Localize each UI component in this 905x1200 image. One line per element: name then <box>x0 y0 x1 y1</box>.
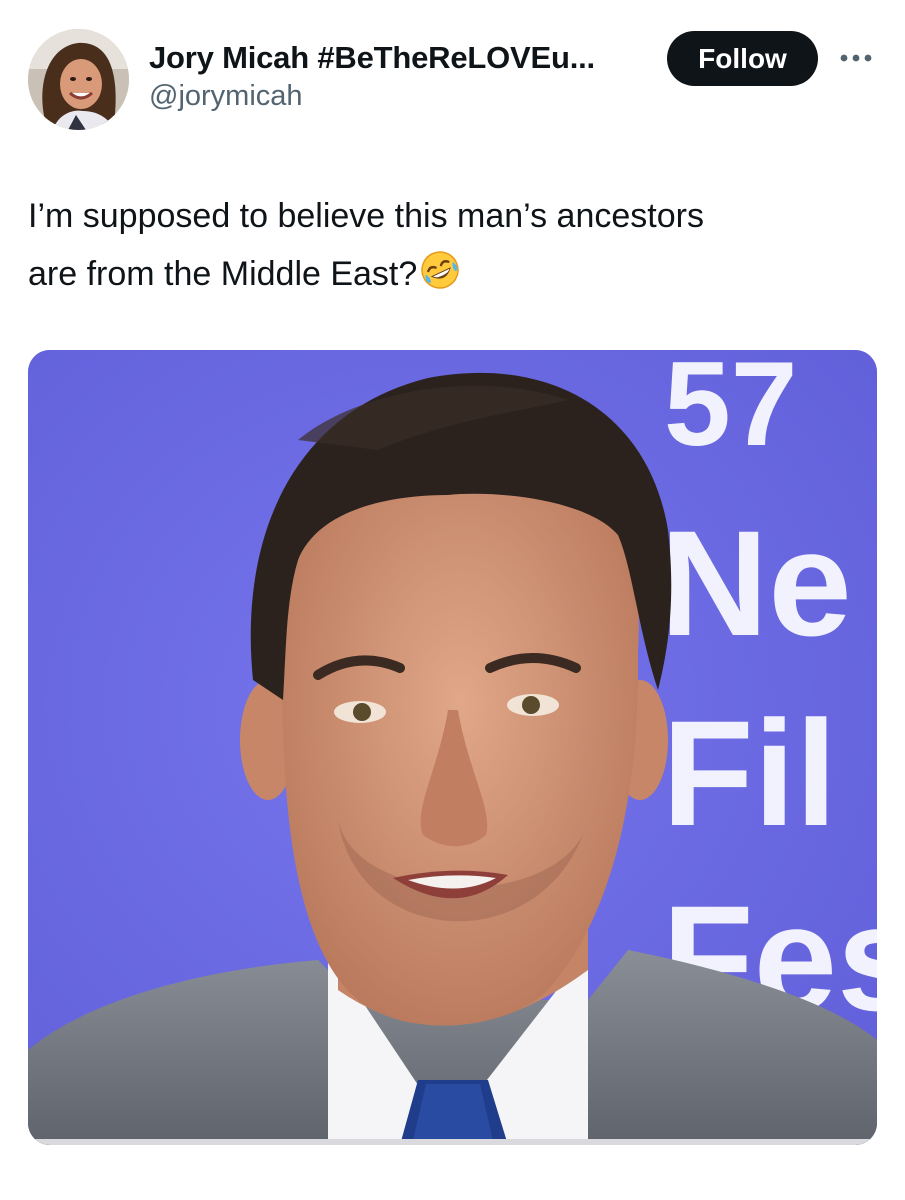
photo-image: 57 Ne Fil Fes <box>28 350 877 1145</box>
author-avatar[interactable] <box>28 29 129 130</box>
backdrop-text-1: 57 <box>664 350 797 471</box>
rolling-on-floor-laughing-emoji-icon <box>419 249 461 309</box>
avatar-image <box>28 29 129 130</box>
author-info: Jory Micah #BeTheReLOVEu... @jorymicah <box>149 38 649 114</box>
tweet-text: I’m supposed to believe this man’s ances… <box>28 187 878 309</box>
tweet-text-line-2-content: are from the Middle East? <box>28 255 418 293</box>
author-display-name[interactable]: Jory Micah #BeTheReLOVEu... <box>149 38 649 78</box>
tweet-text-line-2: are from the Middle East? <box>28 245 878 309</box>
tweet-card: Jory Micah #BeTheReLOVEu... @jorymicah F… <box>0 0 905 1200</box>
tweet-media-photo[interactable]: 57 Ne Fil Fes <box>28 350 877 1145</box>
follow-button[interactable]: Follow <box>667 31 818 86</box>
backdrop-text-3: Fil <box>662 689 837 857</box>
more-horizontal-icon[interactable] <box>838 50 874 66</box>
author-handle[interactable]: @jorymicah <box>149 78 649 114</box>
backdrop-text-2: Ne <box>660 499 852 667</box>
tweet-text-line-1: I’m supposed to believe this man’s ances… <box>28 197 704 235</box>
